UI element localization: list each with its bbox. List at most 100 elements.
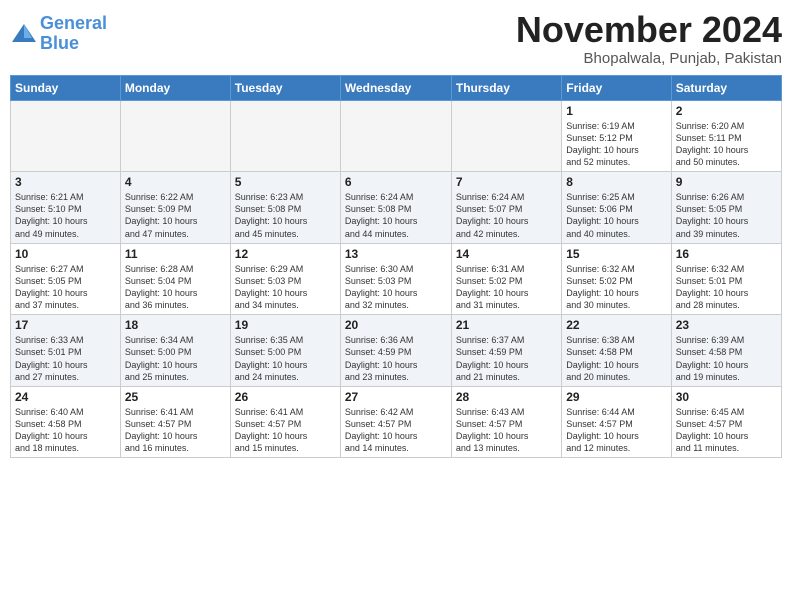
- calendar-cell: 20 Sunrise: 6:36 AMSunset: 4:59 PMDayligh…: [340, 315, 451, 387]
- day-number: 10: [15, 247, 116, 261]
- day-number: 18: [125, 318, 226, 332]
- day-number: 28: [456, 390, 557, 404]
- day-info: Sunrise: 6:29 AMSunset: 5:03 PMDaylight:…: [235, 263, 336, 312]
- calendar-cell: [11, 100, 121, 172]
- calendar-cell: 11 Sunrise: 6:28 AMSunset: 5:04 PMDayligh…: [120, 243, 230, 315]
- day-number: 26: [235, 390, 336, 404]
- weekday-header-thursday: Thursday: [451, 75, 561, 100]
- calendar-cell: 12Sunrise: 6:29 AMSunset: 5:03 PMDayligh…: [230, 243, 340, 315]
- day-number: 20: [345, 318, 447, 332]
- calendar-cell: 22 Sunrise: 6:38 AMSunset: 4:58 PMDayligh…: [562, 315, 671, 387]
- calendar-cell: 23 Sunrise: 6:39 AMSunset: 4:58 PMDayligh…: [671, 315, 781, 387]
- day-info: Sunrise: 6:33 AMSunset: 5:01 PMDaylight:…: [15, 334, 116, 383]
- calendar-cell: [451, 100, 561, 172]
- calendar-cell: [230, 100, 340, 172]
- day-number: 14: [456, 247, 557, 261]
- calendar-cell: [340, 100, 451, 172]
- weekday-header-monday: Monday: [120, 75, 230, 100]
- location: Bhopalwala, Punjab, Pakistan: [516, 50, 782, 67]
- logo-icon: [10, 20, 38, 48]
- day-number: 3: [15, 175, 116, 189]
- weekday-header-tuesday: Tuesday: [230, 75, 340, 100]
- calendar-cell: 4 Sunrise: 6:22 AMSunset: 5:09 PMDaylight…: [120, 172, 230, 244]
- weekday-header-saturday: Saturday: [671, 75, 781, 100]
- day-number: 1: [566, 104, 666, 118]
- day-info: Sunrise: 6:28 AMSunset: 5:04 PMDaylight:…: [125, 263, 226, 312]
- day-info: Sunrise: 6:42 AMSunset: 4:57 PMDaylight:…: [345, 406, 447, 455]
- day-info: Sunrise: 6:41 AMSunset: 4:57 PMDaylight:…: [235, 406, 336, 455]
- calendar-cell: 27 Sunrise: 6:42 AMSunset: 4:57 PMDayligh…: [340, 386, 451, 458]
- day-number: 23: [676, 318, 777, 332]
- day-info: Sunrise: 6:19 AMSunset: 5:12 PMDaylight:…: [566, 120, 666, 169]
- day-info: Sunrise: 6:44 AMSunset: 4:57 PMDaylight:…: [566, 406, 666, 455]
- calendar-cell: 9 Sunrise: 6:26 AMSunset: 5:05 PMDaylight…: [671, 172, 781, 244]
- day-info: Sunrise: 6:30 AMSunset: 5:03 PMDaylight:…: [345, 263, 447, 312]
- day-number: 5: [235, 175, 336, 189]
- calendar-cell: 29 Sunrise: 6:44 AMSunset: 4:57 PMDayligh…: [562, 386, 671, 458]
- day-number: 24: [15, 390, 116, 404]
- day-info: Sunrise: 6:22 AMSunset: 5:09 PMDaylight:…: [125, 191, 226, 240]
- day-number: 8: [566, 175, 666, 189]
- calendar-cell: 13Sunrise: 6:30 AMSunset: 5:03 PMDayligh…: [340, 243, 451, 315]
- calendar-cell: 10 Sunrise: 6:27 AMSunset: 5:05 PMDayligh…: [11, 243, 121, 315]
- page-header: General Blue November 2024 Bhopalwala, P…: [10, 10, 782, 67]
- day-number: 29: [566, 390, 666, 404]
- week-row-4: 17 Sunrise: 6:33 AMSunset: 5:01 PMDayligh…: [11, 315, 782, 387]
- calendar-cell: 24Sunrise: 6:40 AMSunset: 4:58 PMDayligh…: [11, 386, 121, 458]
- calendar-cell: 8 Sunrise: 6:25 AMSunset: 5:06 PMDaylight…: [562, 172, 671, 244]
- calendar-table: SundayMondayTuesdayWednesdayThursdayFrid…: [10, 75, 782, 459]
- weekday-header-wednesday: Wednesday: [340, 75, 451, 100]
- day-number: 16: [676, 247, 777, 261]
- week-row-1: 1 Sunrise: 6:19 AMSunset: 5:12 PMDaylight…: [11, 100, 782, 172]
- day-info: Sunrise: 6:31 AMSunset: 5:02 PMDaylight:…: [456, 263, 557, 312]
- calendar-cell: 1 Sunrise: 6:19 AMSunset: 5:12 PMDaylight…: [562, 100, 671, 172]
- calendar-cell: 25Sunrise: 6:41 AMSunset: 4:57 PMDayligh…: [120, 386, 230, 458]
- calendar-cell: 18 Sunrise: 6:34 AMSunset: 5:00 PMDayligh…: [120, 315, 230, 387]
- day-number: 21: [456, 318, 557, 332]
- day-number: 2: [676, 104, 777, 118]
- calendar-cell: 26 Sunrise: 6:41 AMSunset: 4:57 PMDayligh…: [230, 386, 340, 458]
- logo-line2: Blue: [40, 33, 79, 53]
- day-info: Sunrise: 6:24 AMSunset: 5:07 PMDaylight:…: [456, 191, 557, 240]
- calendar-cell: 30 Sunrise: 6:45 AMSunset: 4:57 PMDayligh…: [671, 386, 781, 458]
- day-number: 15: [566, 247, 666, 261]
- day-info: Sunrise: 6:45 AMSunset: 4:57 PMDaylight:…: [676, 406, 777, 455]
- day-number: 25: [125, 390, 226, 404]
- day-info: Sunrise: 6:26 AMSunset: 5:05 PMDaylight:…: [676, 191, 777, 240]
- day-number: 27: [345, 390, 447, 404]
- day-number: 11: [125, 247, 226, 261]
- day-info: Sunrise: 6:39 AMSunset: 4:58 PMDaylight:…: [676, 334, 777, 383]
- day-number: 17: [15, 318, 116, 332]
- day-info: Sunrise: 6:32 AMSunset: 5:02 PMDaylight:…: [566, 263, 666, 312]
- day-number: 30: [676, 390, 777, 404]
- day-number: 9: [676, 175, 777, 189]
- calendar-cell: 16 Sunrise: 6:32 AMSunset: 5:01 PMDayligh…: [671, 243, 781, 315]
- day-info: Sunrise: 6:25 AMSunset: 5:06 PMDaylight:…: [566, 191, 666, 240]
- day-info: Sunrise: 6:36 AMSunset: 4:59 PMDaylight:…: [345, 334, 447, 383]
- day-info: Sunrise: 6:24 AMSunset: 5:08 PMDaylight:…: [345, 191, 447, 240]
- week-row-3: 10 Sunrise: 6:27 AMSunset: 5:05 PMDayligh…: [11, 243, 782, 315]
- day-info: Sunrise: 6:34 AMSunset: 5:00 PMDaylight:…: [125, 334, 226, 383]
- calendar-cell: 19 Sunrise: 6:35 AMSunset: 5:00 PMDayligh…: [230, 315, 340, 387]
- day-info: Sunrise: 6:35 AMSunset: 5:00 PMDaylight:…: [235, 334, 336, 383]
- weekday-header-friday: Friday: [562, 75, 671, 100]
- day-info: Sunrise: 6:27 AMSunset: 5:05 PMDaylight:…: [15, 263, 116, 312]
- day-number: 4: [125, 175, 226, 189]
- week-row-2: 3Sunrise: 6:21 AMSunset: 5:10 PMDaylight…: [11, 172, 782, 244]
- day-info: Sunrise: 6:37 AMSunset: 4:59 PMDaylight:…: [456, 334, 557, 383]
- day-number: 19: [235, 318, 336, 332]
- calendar-cell: 7Sunrise: 6:24 AMSunset: 5:07 PMDaylight…: [451, 172, 561, 244]
- weekday-header-row: SundayMondayTuesdayWednesdayThursdayFrid…: [11, 75, 782, 100]
- day-info: Sunrise: 6:23 AMSunset: 5:08 PMDaylight:…: [235, 191, 336, 240]
- day-info: Sunrise: 6:32 AMSunset: 5:01 PMDaylight:…: [676, 263, 777, 312]
- day-number: 6: [345, 175, 447, 189]
- week-row-5: 24Sunrise: 6:40 AMSunset: 4:58 PMDayligh…: [11, 386, 782, 458]
- logo-line1: General: [40, 13, 107, 33]
- calendar-cell: 17 Sunrise: 6:33 AMSunset: 5:01 PMDayligh…: [11, 315, 121, 387]
- calendar-cell: 21 Sunrise: 6:37 AMSunset: 4:59 PMDayligh…: [451, 315, 561, 387]
- calendar-cell: 15 Sunrise: 6:32 AMSunset: 5:02 PMDayligh…: [562, 243, 671, 315]
- day-number: 22: [566, 318, 666, 332]
- day-info: Sunrise: 6:38 AMSunset: 4:58 PMDaylight:…: [566, 334, 666, 383]
- calendar-cell: 2Sunrise: 6:20 AMSunset: 5:11 PMDaylight…: [671, 100, 781, 172]
- title-area: November 2024 Bhopalwala, Punjab, Pakist…: [516, 10, 782, 67]
